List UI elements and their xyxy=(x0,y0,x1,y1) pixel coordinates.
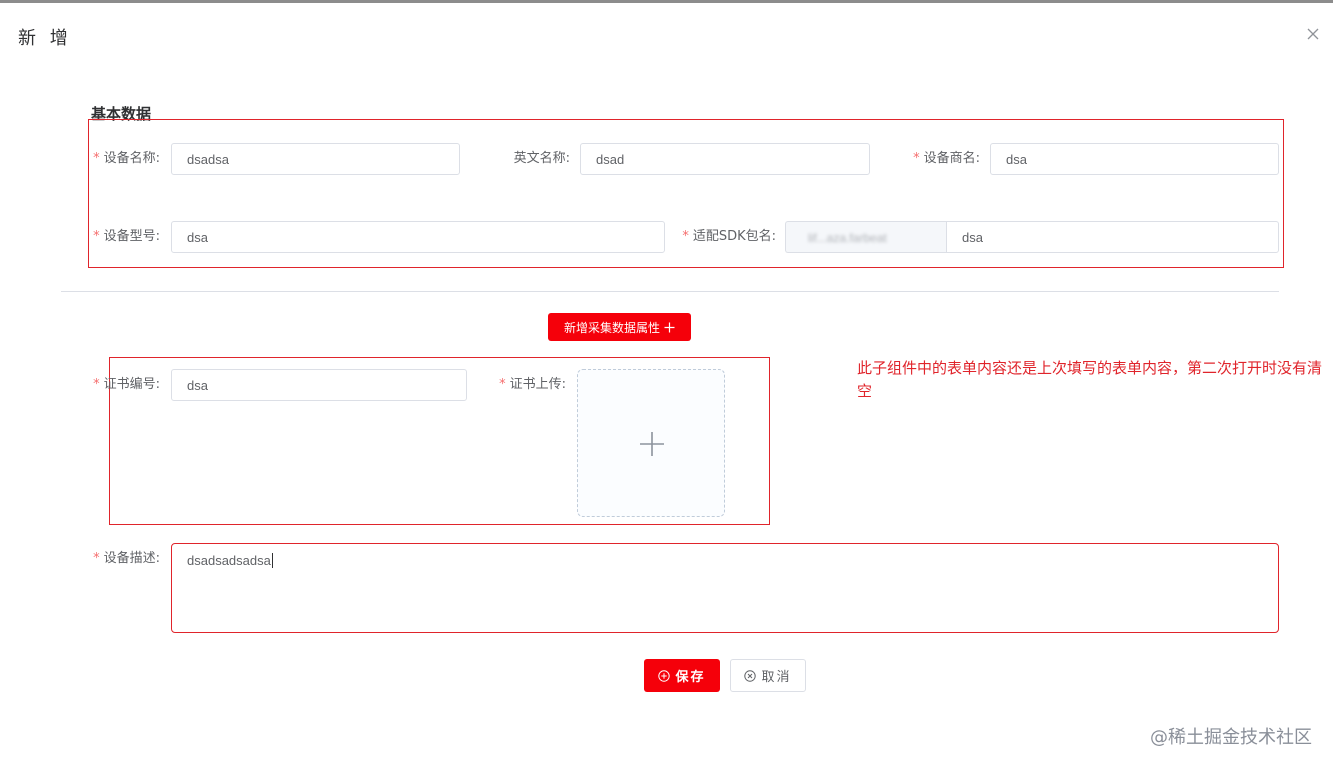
sdk-package-label: * 适配SDK包名: xyxy=(678,221,776,253)
close-circle-icon xyxy=(744,669,757,682)
page: 新 增 基本数据 *设备名称: 英文名称: *设备商名: *设备型号: *适配S… xyxy=(0,0,1333,766)
add-attribute-button[interactable]: 新增采集数据属性 xyxy=(548,313,691,341)
text-caret xyxy=(271,553,273,568)
description-label: * 设备描述: xyxy=(90,543,160,575)
plus-icon xyxy=(640,432,664,456)
cert-number-label: * 证书编号: xyxy=(90,369,160,401)
required-star: * xyxy=(93,551,100,566)
english-name-label-text: 英文名称: xyxy=(513,151,570,166)
manufacturer-label: * 设备商名: xyxy=(900,143,980,175)
top-border xyxy=(0,0,1333,3)
device-name-label: * 设备名称: xyxy=(90,143,160,175)
description-label-text: 设备描述: xyxy=(103,551,160,566)
required-star: * xyxy=(499,377,506,392)
description-textarea-value: dsadsadsadsa xyxy=(187,553,273,568)
sdk-package-label-text: 适配SDK包名: xyxy=(692,229,776,244)
save-button[interactable]: 保存 xyxy=(644,659,720,692)
annotation-note: 此子组件中的表单内容还是上次填写的表单内容，第二次打开时没有清空 xyxy=(857,359,1323,400)
device-name-label-text: 设备名称: xyxy=(103,151,160,166)
sdk-package-input[interactable] xyxy=(946,221,1279,253)
manufacturer-label-text: 设备商名: xyxy=(923,151,980,166)
required-star: * xyxy=(93,151,100,166)
required-star: * xyxy=(913,151,920,166)
required-star: * xyxy=(682,229,689,244)
required-star: * xyxy=(93,229,100,244)
device-name-input[interactable] xyxy=(171,143,460,175)
cert-upload-label: * 证书上传: xyxy=(495,369,566,401)
plus-circle-icon xyxy=(658,669,671,682)
cancel-label: 取消 xyxy=(761,670,792,685)
model-label: * 设备型号: xyxy=(90,221,160,253)
section-title-basic: 基本数据 xyxy=(91,105,152,123)
cert-number-label-text: 证书编号: xyxy=(103,377,160,392)
manufacturer-input[interactable] xyxy=(990,143,1279,175)
model-label-text: 设备型号: xyxy=(103,229,160,244)
plus-icon xyxy=(664,322,675,332)
cert-number-input[interactable] xyxy=(171,369,467,401)
save-label: 保存 xyxy=(675,670,706,685)
model-input[interactable] xyxy=(171,221,665,253)
divider xyxy=(61,291,1279,292)
description-textarea[interactable]: dsadsadsadsa xyxy=(171,543,1279,633)
watermark: @稀土掘金技术社区 xyxy=(1150,727,1312,748)
dialog-title: 新 增 xyxy=(18,28,72,49)
cert-upload-box[interactable] xyxy=(577,369,725,517)
sdk-package-prefix: lif...aza.farbeat xyxy=(785,221,947,253)
cancel-button[interactable]: 取消 xyxy=(730,659,806,692)
required-star: * xyxy=(93,377,100,392)
close-icon[interactable] xyxy=(1305,26,1321,42)
english-name-label: 英文名称: xyxy=(498,143,570,175)
description-text: dsadsadsadsa xyxy=(187,553,271,568)
add-attribute-label: 新增采集数据属性 xyxy=(563,320,660,335)
cert-upload-label-text: 证书上传: xyxy=(509,377,566,392)
sdk-package-prefix-text: lif...aza.farbeat xyxy=(808,231,887,245)
english-name-input[interactable] xyxy=(580,143,870,175)
